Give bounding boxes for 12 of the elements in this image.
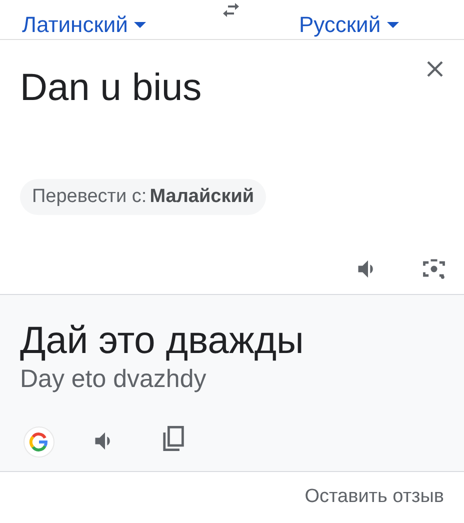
copy-icon[interactable] <box>160 425 186 453</box>
feedback-link[interactable]: Оставить отзыв <box>304 482 444 512</box>
source-language-button[interactable]: Латинский <box>22 8 146 41</box>
caret-icon <box>134 22 146 28</box>
caret-icon <box>386 22 399 28</box>
translation-text: Дай это дважды <box>20 319 304 364</box>
source-text[interactable]: Dan u bius <box>20 60 202 117</box>
language-suggestion-chip[interactable]: Перевести с:Малайский <box>20 179 266 215</box>
logo-icon[interactable] <box>23 426 55 458</box>
target-language-button[interactable]: Русский <box>299 8 399 41</box>
close-icon[interactable] <box>425 59 445 79</box>
transliteration-text: Day eto dvazhdy <box>20 364 206 395</box>
